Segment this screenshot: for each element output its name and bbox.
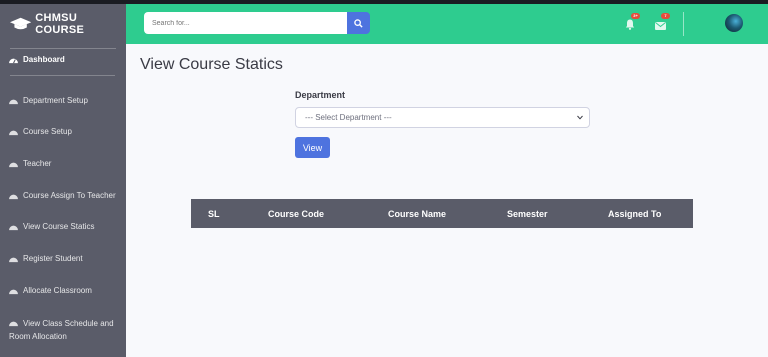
gauge-icon [9, 130, 18, 136]
search-icon [354, 18, 363, 28]
user-avatar[interactable] [725, 14, 743, 32]
column-header-course-name[interactable]: Course Name [388, 209, 446, 219]
dashboard-icon [9, 58, 18, 64]
sidebar-item-register-student[interactable]: Register Student [0, 253, 126, 265]
page-title: View Course Statics [140, 56, 283, 73]
bell-icon [625, 19, 635, 30]
brand-name: CHMSU COURSE [35, 12, 85, 36]
column-header-sl[interactable]: SL [208, 209, 220, 219]
graduation-cap-icon [10, 17, 32, 30]
sidebar-item-label: Register Student [23, 254, 83, 263]
messages-button[interactable]: 7 [655, 13, 670, 30]
table-header: SL Course Code Course Name Semester Assi… [191, 199, 693, 228]
sidebar-item-label: Department Setup [23, 96, 88, 105]
sidebar-item-dashboard[interactable]: Dashboard [0, 54, 126, 66]
sidebar-item-department-setup[interactable]: Department Setup [0, 95, 126, 107]
alerts-badge: 3+ [631, 13, 640, 19]
sidebar-item-label: Allocate Classroom [23, 286, 92, 295]
gauge-icon [9, 194, 18, 200]
brand[interactable]: CHMSU COURSE [0, 4, 126, 44]
sidebar-item-teacher[interactable]: Teacher [0, 158, 126, 170]
search-group [144, 12, 370, 34]
sidebar-item-class-schedule[interactable]: View Class Schedule and Room Allocation [0, 317, 120, 343]
topbar: 3+ 7 [126, 4, 768, 44]
sidebar-item-course-assign[interactable]: Course Assign To Teacher [0, 190, 126, 202]
sidebar-item-label: View Class Schedule and Room Allocation [9, 319, 114, 341]
gauge-icon [9, 289, 18, 295]
chevron-down-icon [577, 115, 583, 120]
sidebar-item-allocate-classroom[interactable]: Allocate Classroom [0, 285, 126, 297]
sidebar-item-view-course-statics[interactable]: View Course Statics [0, 221, 126, 233]
column-header-semester[interactable]: Semester [507, 209, 548, 219]
sidebar-item-label: Course Setup [23, 127, 72, 136]
topbar-divider [683, 12, 684, 36]
column-header-assigned-to[interactable]: Assigned To [608, 209, 661, 219]
gauge-icon [9, 99, 18, 105]
messages-badge: 7 [661, 13, 670, 19]
sidebar-item-label: Teacher [23, 159, 52, 168]
search-input[interactable] [144, 12, 348, 34]
column-header-course-code[interactable]: Course Code [268, 209, 324, 219]
gauge-icon [9, 257, 18, 263]
gauge-icon [9, 225, 18, 231]
department-label: Department [295, 90, 346, 100]
sidebar-divider [10, 48, 116, 49]
envelope-icon [655, 22, 666, 30]
gauge-icon [9, 162, 18, 168]
alerts-button[interactable]: 3+ [625, 13, 640, 30]
view-button[interactable]: View [295, 137, 330, 158]
sidebar-item-label: View Course Statics [23, 222, 95, 231]
department-select-value: --- Select Department --- [305, 113, 392, 122]
sidebar-divider [10, 75, 115, 76]
search-button[interactable] [347, 12, 370, 34]
sidebar-item-course-setup[interactable]: Course Setup [0, 126, 126, 138]
department-select[interactable]: --- Select Department --- [295, 107, 590, 128]
sidebar-item-label: Course Assign To Teacher [23, 191, 116, 200]
sidebar-item-label: Dashboard [23, 55, 65, 64]
